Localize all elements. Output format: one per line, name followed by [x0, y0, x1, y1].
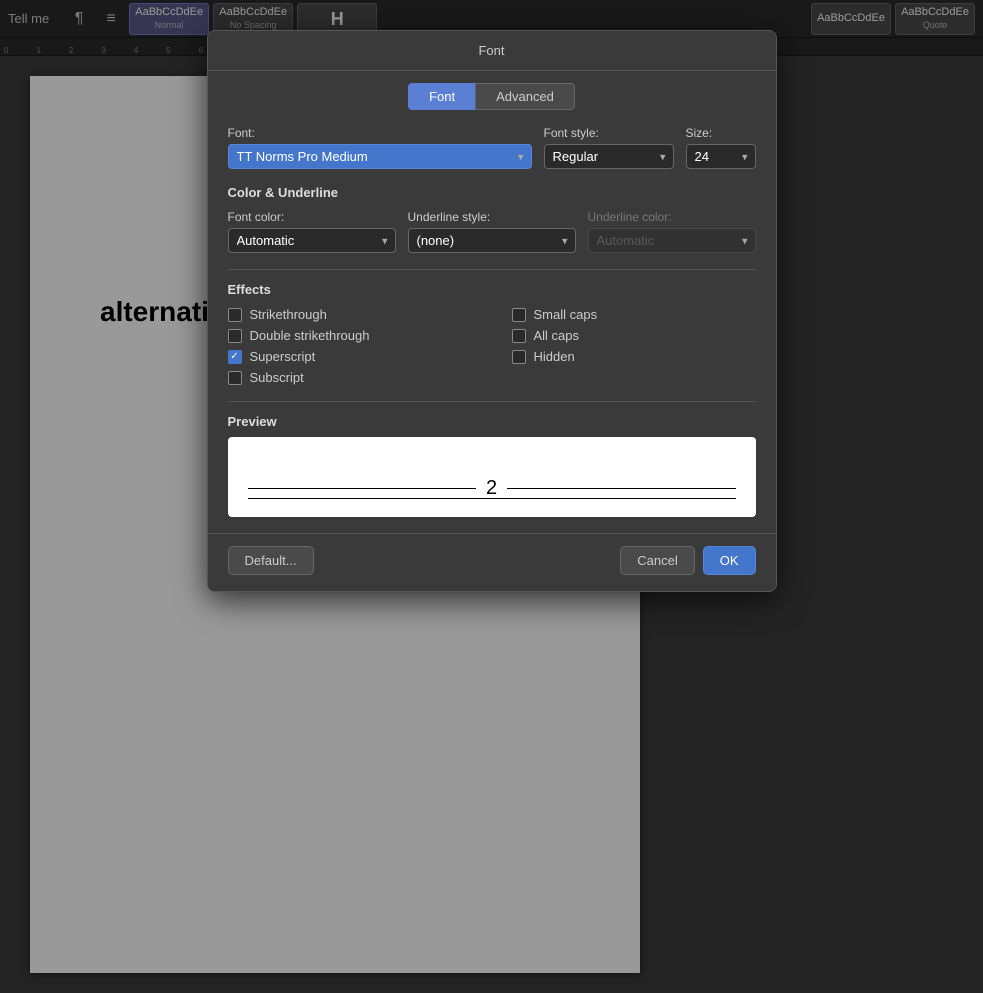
underline-style-select[interactable]: (none) — [408, 228, 576, 253]
color-underline-row: Font color: Automatic Underline style: (… — [228, 210, 756, 253]
font-style-select-wrapper: Regular Bold Italic Bold Italic — [544, 144, 674, 169]
dialog-titlebar: Font — [208, 31, 776, 71]
dialog-title: Font — [478, 43, 504, 58]
dialog-footer: Default... Cancel OK — [208, 533, 776, 591]
preview-box: 2 — [228, 437, 756, 517]
subscript-label: Subscript — [250, 370, 304, 385]
font-size-group: Size: 24 891011 12141618 20222628 364872 — [686, 126, 756, 169]
hidden-checkbox — [512, 350, 526, 364]
effect-hidden[interactable]: Hidden — [512, 349, 756, 364]
font-color-select-wrapper: Automatic — [228, 228, 396, 253]
color-underline-section: Color & Underline Font color: Automatic … — [228, 185, 756, 253]
hidden-label: Hidden — [534, 349, 575, 364]
font-size-select[interactable]: 24 891011 12141618 20222628 364872 — [686, 144, 756, 169]
underline-color-group: Underline color: Automatic — [588, 210, 756, 253]
tab-advanced[interactable]: Advanced — [475, 83, 575, 110]
effect-small-caps[interactable]: Small caps — [512, 307, 756, 322]
strikethrough-checkbox — [228, 308, 242, 322]
preview-line-left — [248, 488, 476, 489]
cancel-button[interactable]: Cancel — [620, 546, 694, 575]
strikethrough-label: Strikethrough — [250, 307, 327, 322]
preview-title: Preview — [228, 414, 756, 429]
underline-color-select[interactable]: Automatic — [588, 228, 756, 253]
font-style-group: Font style: Regular Bold Italic Bold Ita… — [544, 126, 674, 169]
font-dialog: Font Font Advanced Font: TT Norms Pro Me… — [207, 30, 777, 592]
font-select-wrapper: TT Norms Pro Medium — [228, 144, 532, 169]
underline-color-label: Underline color: — [588, 210, 756, 224]
font-name-group: Font: TT Norms Pro Medium — [228, 126, 532, 169]
divider-preview — [228, 401, 756, 402]
font-row: Font: TT Norms Pro Medium Font style: Re… — [228, 126, 756, 169]
effects-grid: Strikethrough Small caps Double striketh… — [228, 307, 756, 385]
divider-effects — [228, 269, 756, 270]
font-color-select[interactable]: Automatic — [228, 228, 396, 253]
small-caps-checkbox — [512, 308, 526, 322]
preview-section: Preview 2 — [228, 414, 756, 517]
font-label: Font: — [228, 126, 532, 140]
double-strikethrough-checkbox — [228, 329, 242, 343]
preview-lines: 2 — [228, 477, 756, 500]
effect-superscript[interactable]: Superscript — [228, 349, 472, 364]
subscript-checkbox — [228, 371, 242, 385]
superscript-label: Superscript — [250, 349, 316, 364]
font-style-select[interactable]: Regular Bold Italic Bold Italic — [544, 144, 674, 169]
double-strikethrough-label: Double strikethrough — [250, 328, 370, 343]
dialog-tabs: Font Advanced — [208, 71, 776, 110]
tab-font[interactable]: Font — [408, 83, 475, 110]
effects-section: Effects Strikethrough Small caps Double … — [228, 282, 756, 385]
dialog-body: Font: TT Norms Pro Medium Font style: Re… — [208, 110, 776, 533]
effect-all-caps[interactable]: All caps — [512, 328, 756, 343]
color-underline-title: Color & Underline — [228, 185, 756, 200]
size-label: Size: — [686, 126, 756, 140]
ok-button[interactable]: OK — [703, 546, 756, 575]
superscript-checkbox — [228, 350, 242, 364]
small-caps-label: Small caps — [534, 307, 598, 322]
preview-line-right — [507, 488, 735, 489]
font-size-select-wrapper: 24 891011 12141618 20222628 364872 — [686, 144, 756, 169]
effects-title: Effects — [228, 282, 756, 297]
font-style-label: Font style: — [544, 126, 674, 140]
all-caps-label: All caps — [534, 328, 580, 343]
font-color-group: Font color: Automatic — [228, 210, 396, 253]
underline-style-label: Underline style: — [408, 210, 576, 224]
font-select[interactable]: TT Norms Pro Medium — [228, 144, 532, 169]
modal-overlay: Font Font Advanced Font: TT Norms Pro Me… — [0, 0, 983, 993]
effect-strikethrough[interactable]: Strikethrough — [228, 307, 472, 322]
underline-style-select-wrapper: (none) — [408, 228, 576, 253]
preview-char: 2 — [486, 477, 497, 500]
underline-style-group: Underline style: (none) — [408, 210, 576, 253]
effect-subscript[interactable]: Subscript — [228, 370, 472, 385]
font-color-label: Font color: — [228, 210, 396, 224]
default-button[interactable]: Default... — [228, 546, 314, 575]
footer-right: Cancel OK — [620, 546, 755, 575]
all-caps-checkbox — [512, 329, 526, 343]
effect-double-strikethrough[interactable]: Double strikethrough — [228, 328, 472, 343]
underline-color-select-wrapper: Automatic — [588, 228, 756, 253]
